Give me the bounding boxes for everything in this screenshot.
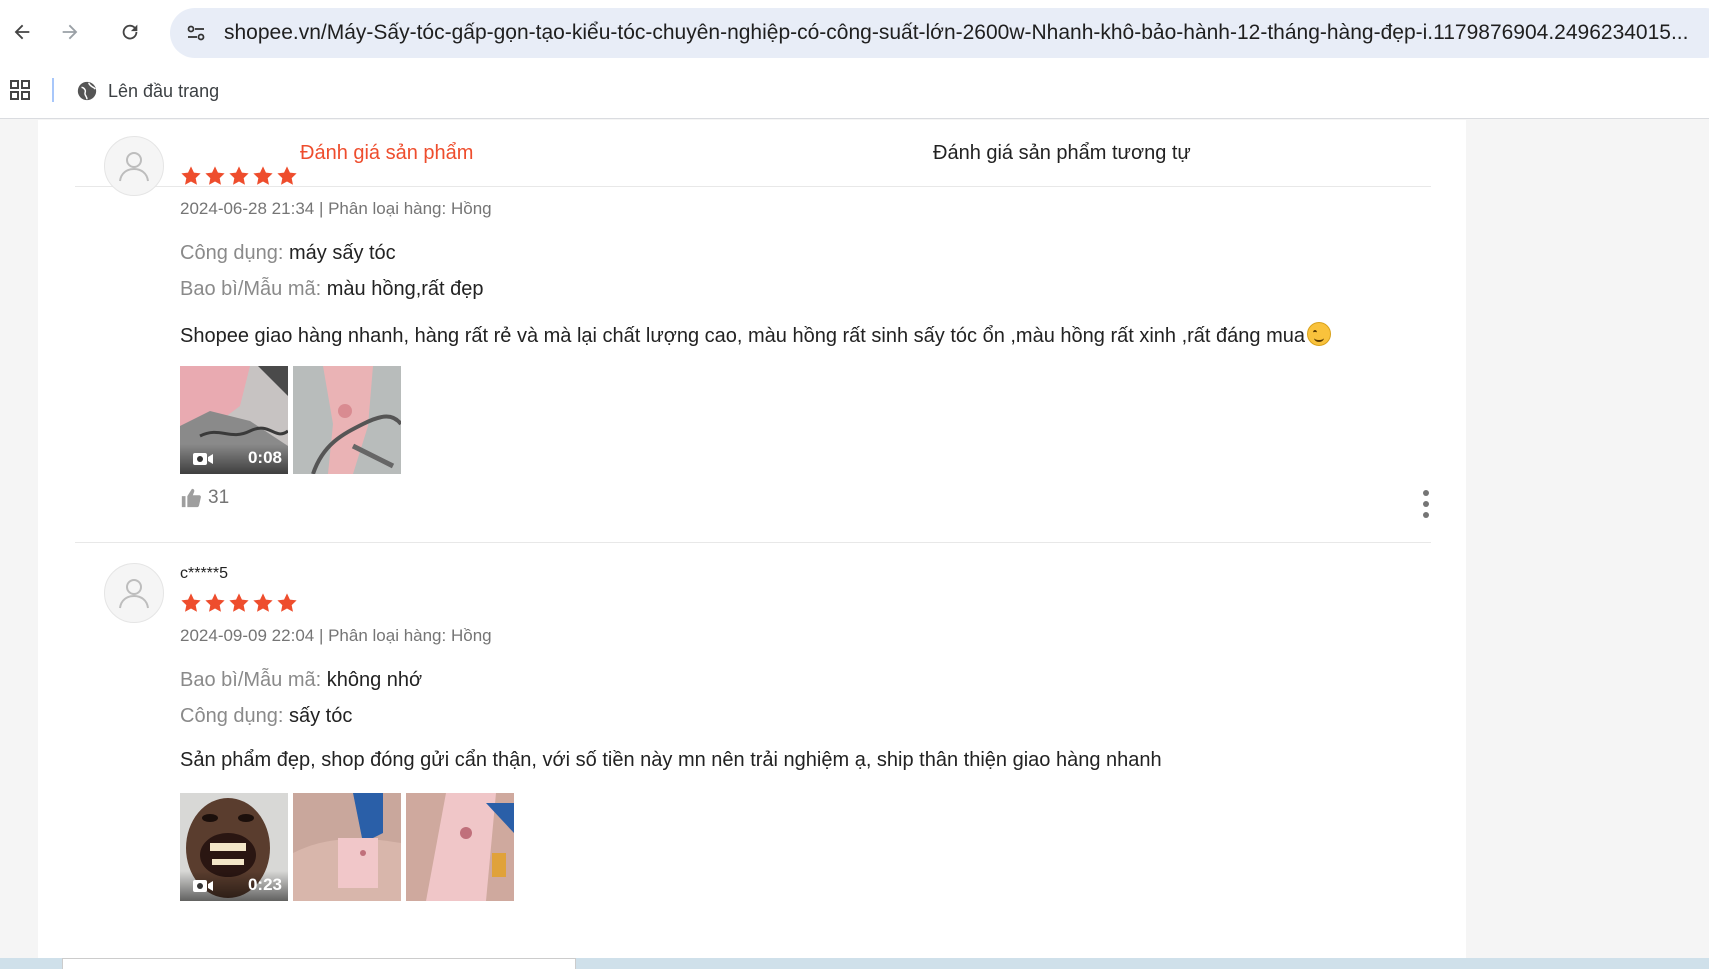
review-image-thumbnail[interactable] (406, 793, 514, 901)
review-divider (75, 542, 1431, 543)
attribute-value: sấy tóc (288, 705, 353, 727)
page-right-gutter (1466, 120, 1709, 969)
bookmark-label: Lên đầu trang (108, 80, 220, 101)
attribute-value: không nhớ (326, 669, 423, 691)
video-duration: 0:08 (247, 448, 282, 467)
review-image-thumbnail[interactable] (293, 793, 401, 901)
review-photo (293, 366, 401, 474)
reload-icon (122, 24, 138, 40)
review-username: c*****5 (180, 565, 229, 582)
reviews-card: Đánh giá sản phẩm Đánh giá sản phẩm tươn… (38, 120, 1466, 969)
review-attribute: Bao bì/Mẫu mã: màu hồng,rất đẹp (180, 278, 484, 301)
smile-emoji-icon (1307, 322, 1331, 346)
like-count: 31 (208, 487, 230, 508)
review-image-thumbnail[interactable] (293, 366, 401, 474)
rating-stars (180, 592, 298, 614)
bookmarks-bar: Lên đầu trang (0, 64, 1709, 119)
arrow-left-icon (14, 24, 30, 40)
review-attribute: Công dụng: sấy tóc (180, 705, 352, 728)
bookmark-item-top[interactable]: Lên đầu trang (76, 76, 219, 106)
tab-product-reviews[interactable]: Đánh giá sản phẩm (300, 142, 473, 165)
attribute-key: Công dụng: (180, 242, 284, 264)
review-comment: Shopee giao hàng nhanh, hàng rất rẻ và m… (180, 322, 1331, 348)
review-photo (293, 793, 401, 901)
rating-stars (180, 165, 298, 187)
url-text[interactable]: shopee.vn/Máy-Sấy-tóc-gấp-gọn-tạo-kiểu-t… (224, 21, 1709, 45)
forward-button[interactable] (52, 14, 88, 50)
video-overlay: 0:23 (180, 871, 288, 901)
star-icon (253, 593, 273, 612)
video-duration: 0:23 (247, 875, 282, 894)
comment-text: Shopee giao hàng nhanh, hàng rất rẻ và m… (180, 325, 1305, 347)
back-button[interactable] (4, 14, 40, 50)
attribute-value: màu hồng,rất đẹp (326, 278, 484, 300)
video-overlay: 0:08 (180, 444, 288, 474)
star-icon (277, 166, 297, 185)
star-icon (253, 166, 273, 185)
review-comment: Sản phẩm đẹp, shop đóng gửi cẩn thận, vớ… (180, 749, 1162, 771)
address-bar[interactable]: shopee.vn/Máy-Sấy-tóc-gấp-gọn-tạo-kiểu-t… (170, 8, 1709, 58)
star-icon (205, 166, 225, 185)
attribute-value: máy sấy tóc (288, 242, 396, 264)
review-meta: 2024-06-28 21:34 | Phân loại hàng: Hồng (180, 199, 492, 218)
arrow-right-icon (62, 24, 78, 40)
attribute-key: Bao bì/Mẫu mã: (180, 669, 322, 691)
star-icon (229, 166, 249, 185)
review-photo (406, 793, 514, 901)
avatar (104, 136, 164, 196)
globe-icon (77, 81, 97, 101)
avatar (104, 563, 164, 623)
site-settings-icon[interactable] (184, 21, 208, 45)
reload-button[interactable] (112, 14, 148, 50)
star-icon (205, 593, 225, 612)
user-icon (119, 152, 149, 182)
tab-similar-product-reviews[interactable]: Đánh giá sản phẩm tương tự (933, 142, 1191, 165)
star-icon (229, 593, 249, 612)
attribute-key: Bao bì/Mẫu mã: (180, 278, 322, 300)
review-attribute: Bao bì/Mẫu mã: không nhớ (180, 669, 422, 692)
review-video-thumbnail[interactable]: 0:08 (180, 366, 288, 474)
apps-grid-icon[interactable] (8, 78, 32, 102)
bottom-panel-edge (62, 958, 576, 969)
browser-toolbar: shopee.vn/Máy-Sấy-tóc-gấp-gọn-tạo-kiểu-t… (0, 0, 1709, 64)
more-options-button[interactable] (1422, 490, 1430, 518)
review-meta: 2024-09-09 22:04 | Phân loại hàng: Hồng (180, 626, 492, 645)
bookmarks-separator (52, 78, 54, 102)
review-attribute: Công dụng: máy sấy tóc (180, 242, 396, 265)
review-video-thumbnail[interactable]: 0:23 (180, 793, 288, 901)
star-icon (181, 166, 201, 185)
thumbs-up-icon (181, 488, 201, 508)
star-icon (181, 593, 201, 612)
attribute-key: Công dụng: (180, 705, 284, 727)
video-camera-icon (193, 880, 213, 892)
like-button[interactable]: 31 (180, 487, 229, 509)
star-icon (277, 593, 297, 612)
user-icon (119, 579, 149, 609)
video-camera-icon (193, 453, 213, 465)
